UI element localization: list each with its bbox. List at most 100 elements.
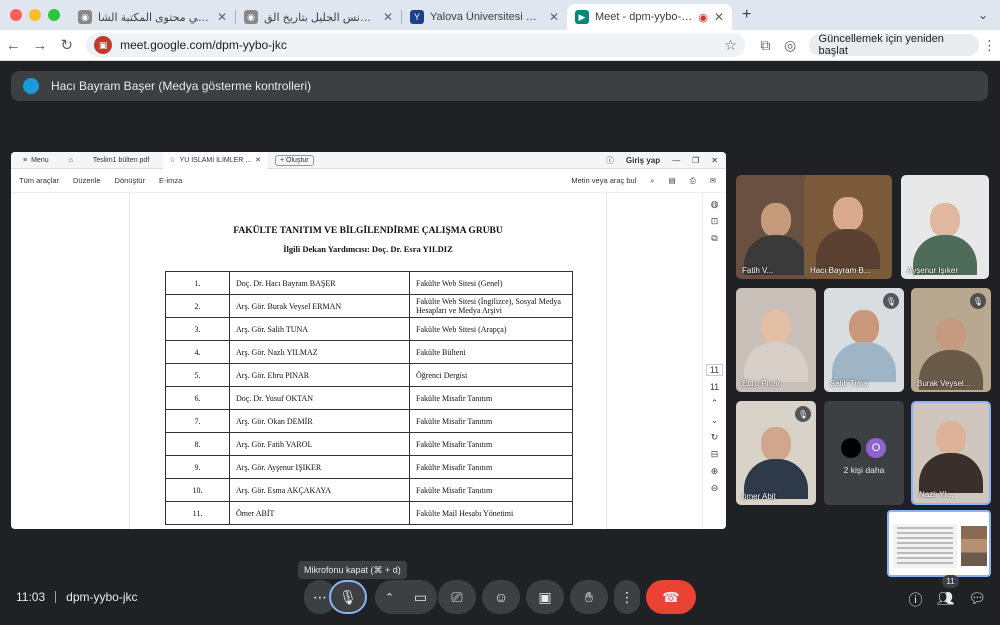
new-tab-button[interactable]: + — [732, 6, 761, 30]
chevron-down-icon[interactable]: ⌄ — [711, 415, 719, 426]
minimize-window-button[interactable] — [29, 9, 41, 21]
address-bar[interactable]: ▣ meet.google.com/dpm-yybo-jkc ☆ — [86, 33, 745, 57]
table-cell-name: Arş. Gör. Ebru PINAR — [229, 363, 410, 387]
table-cell-name: Arş. Gör. Fatih VAROL — [229, 432, 410, 456]
esign-button[interactable]: E-imza — [159, 176, 182, 185]
comment-icon[interactable]: ◍ — [711, 199, 719, 210]
login-button[interactable]: Giriş yap — [626, 156, 660, 165]
browser-tab-2[interactable]: ◉ ص3 - كتاب الأنس الجليل بتاريخ الق ✕ — [236, 4, 401, 30]
table-cell-name: Ömer ABİT — [229, 501, 410, 525]
more-options-button[interactable]: ⋮ — [614, 580, 640, 614]
close-icon[interactable]: ✕ — [255, 156, 261, 164]
print-icon[interactable]: ⎙ — [690, 176, 696, 186]
close-tab-icon[interactable]: ✕ — [383, 10, 393, 24]
meeting-code[interactable]: dpm-yybo-jkc — [66, 590, 137, 604]
home-tab[interactable]: ⌂ — [63, 152, 79, 169]
meeting-info: 11:03 dpm-yybo-jkc — [16, 590, 138, 604]
rotate-icon[interactable]: ↻ — [711, 432, 719, 443]
leave-call-button[interactable]: ☎︎ — [646, 580, 696, 614]
participant-name: Ebru Pınar — [742, 379, 781, 388]
bookmark-star-icon[interactable]: ☆ — [724, 37, 737, 54]
bookmark-icon[interactable]: ⊡ — [711, 216, 719, 227]
pdf-tab-active[interactable]: ☆ YU İSLAMİ İLİMLER ... ✕ — [163, 152, 267, 169]
browser-tab-1[interactable]: ◉ بحث متقدم في محتوى المكتبة الشا ✕ — [70, 4, 235, 30]
close-icon[interactable]: ✕ — [711, 156, 718, 165]
browser-tab-3[interactable]: Y Yalova Üniversitesi Uzaktan E ✕ — [402, 4, 567, 30]
profile-icon[interactable]: ◎ — [778, 37, 803, 54]
table-cell-num: 10. — [165, 478, 230, 502]
participant-tile[interactable]: Hacı Bayram B... — [804, 175, 892, 279]
extensions-icon[interactable]: ⧉ — [753, 37, 778, 54]
edit-button[interactable]: Düzenle — [73, 176, 101, 185]
table-row: 2. Arş. Gör. Burak Veysel ERMAN Fakülte We… — [165, 294, 573, 318]
participant-video — [744, 310, 808, 382]
browser-tab-meet[interactable]: ▶ Meet - dpm-yybo-jkc ◉ ✕ — [567, 4, 732, 30]
more-vert-icon[interactable]: ⋮ — [979, 37, 1000, 54]
restore-icon[interactable]: ❐ — [692, 156, 699, 165]
close-window-button[interactable] — [10, 9, 22, 21]
minimize-icon[interactable]: — — [672, 156, 680, 165]
camera-icon[interactable]: ▭ — [414, 589, 427, 606]
chat-icon[interactable]: 💬︎ — [968, 590, 986, 610]
update-button[interactable]: Güncellemek için yeniden başlat — [808, 33, 979, 57]
camera-control-group[interactable]: ⌃ ▭ — [375, 580, 437, 614]
participant-tile[interactable]: Ayşenur Işıker — [901, 175, 989, 279]
participant-tile[interactable]: 🎙︎ ömer Abit — [736, 401, 816, 505]
back-arrow-icon[interactable]: ← — [0, 37, 27, 54]
reactions-button[interactable]: ☺ — [482, 580, 520, 614]
close-tab-icon[interactable]: ✕ — [549, 10, 559, 24]
all-tools-button[interactable]: Tüm araçlar — [19, 176, 59, 185]
save-icon[interactable]: ▤ — [669, 176, 676, 185]
meeting-time: 11:03 — [16, 590, 46, 604]
captions-button[interactable]: ▣ — [526, 580, 564, 614]
table-row: 3. Arş. Gör. Salih TUNA Fakülte Web Sitesi… — [165, 317, 573, 341]
table-cell-num: 4. — [165, 340, 230, 364]
participant-tile[interactable]: 🎙︎ Burak Veysel... — [911, 288, 991, 392]
tool-search-input[interactable]: Metin veya araç bul — [571, 176, 636, 185]
microphone-icon: 🎙︎ — [339, 588, 357, 605]
reload-icon[interactable]: ↻ — [53, 36, 80, 54]
table-cell-task: Fakülte Misafir Tanıtım — [409, 455, 573, 479]
chevron-up-icon[interactable]: ⌃ — [385, 591, 394, 604]
zoom-window-button[interactable] — [48, 9, 60, 21]
table-row: 11. Ömer ABİT Fakülte Mail Hesabı Yönetimi — [165, 501, 573, 525]
university-logo-icon: Y — [410, 10, 424, 24]
page-total: 11 — [709, 382, 720, 392]
presentation-banner[interactable]: Hacı Bayram Başer (Medya gösterme kontro… — [11, 71, 988, 101]
pdf-tab-file[interactable]: Teslim1 bülten pdf — [87, 152, 155, 169]
participant-tile[interactable]: Ebru Pınar — [736, 288, 816, 392]
more-horiz-icon: ⋯ — [313, 588, 327, 605]
zoom-out-icon[interactable]: ⊖ — [711, 483, 719, 494]
present-button[interactable]: ⎚ — [438, 580, 476, 614]
info-icon[interactable]: ⓘ — [908, 590, 922, 610]
fit-page-icon[interactable]: ⊟ — [711, 449, 719, 460]
self-view-tile[interactable] — [887, 510, 991, 577]
close-tab-icon[interactable]: ✕ — [714, 10, 724, 24]
menu-button[interactable]: ≡ Menu — [17, 152, 55, 169]
search-icon[interactable]: ⌕ — [650, 176, 654, 186]
table-cell-name: Arş. Gör. Nazlı YILMAZ — [229, 340, 410, 364]
table-row: 10. Arş. Gör. Esma AKÇAKAYA Fakülte Misafi… — [165, 478, 573, 502]
participant-tile[interactable]: Nazlı YI... — [911, 401, 991, 505]
raise-hand-button[interactable]: ✋︎ — [570, 580, 608, 614]
participant-tile[interactable]: 🎙︎ Salih Tuna — [824, 288, 904, 392]
forward-arrow-icon[interactable]: → — [27, 37, 54, 54]
mic-button[interactable]: 🎙︎ — [329, 580, 367, 614]
more-participants-tile[interactable]: O 2 kişi daha — [824, 401, 904, 505]
recording-icon: ◉ — [698, 11, 708, 24]
chevron-down-icon[interactable]: ⌄ — [978, 8, 988, 22]
chevron-up-icon[interactable]: ⌃ — [711, 398, 719, 409]
close-tab-icon[interactable]: ✕ — [217, 10, 227, 24]
mail-icon[interactable]: ✉ — [710, 176, 716, 185]
convert-button[interactable]: Dönüştür — [115, 176, 145, 185]
zoom-in-icon[interactable]: ⊕ — [711, 466, 719, 477]
people-icon[interactable]: 👥︎ — [936, 590, 954, 610]
help-icon[interactable]: ⓘ — [606, 155, 614, 166]
site-info-icon[interactable]: ▣ — [94, 36, 113, 54]
table-cell-task: Öğrenci Dergisi — [409, 363, 573, 387]
pdf-window-actions: ⓘ Giriş yap — ❐ ✕ — [606, 155, 726, 166]
star-icon: ☆ — [169, 157, 176, 164]
pages-icon[interactable]: ⧉ — [711, 233, 717, 244]
pdf-document-area[interactable]: FAKÜLTE TANITIM VE BİLGİLENDİRME ÇALIŞMA… — [11, 193, 701, 529]
create-button[interactable]: + Oluştur — [275, 154, 314, 166]
